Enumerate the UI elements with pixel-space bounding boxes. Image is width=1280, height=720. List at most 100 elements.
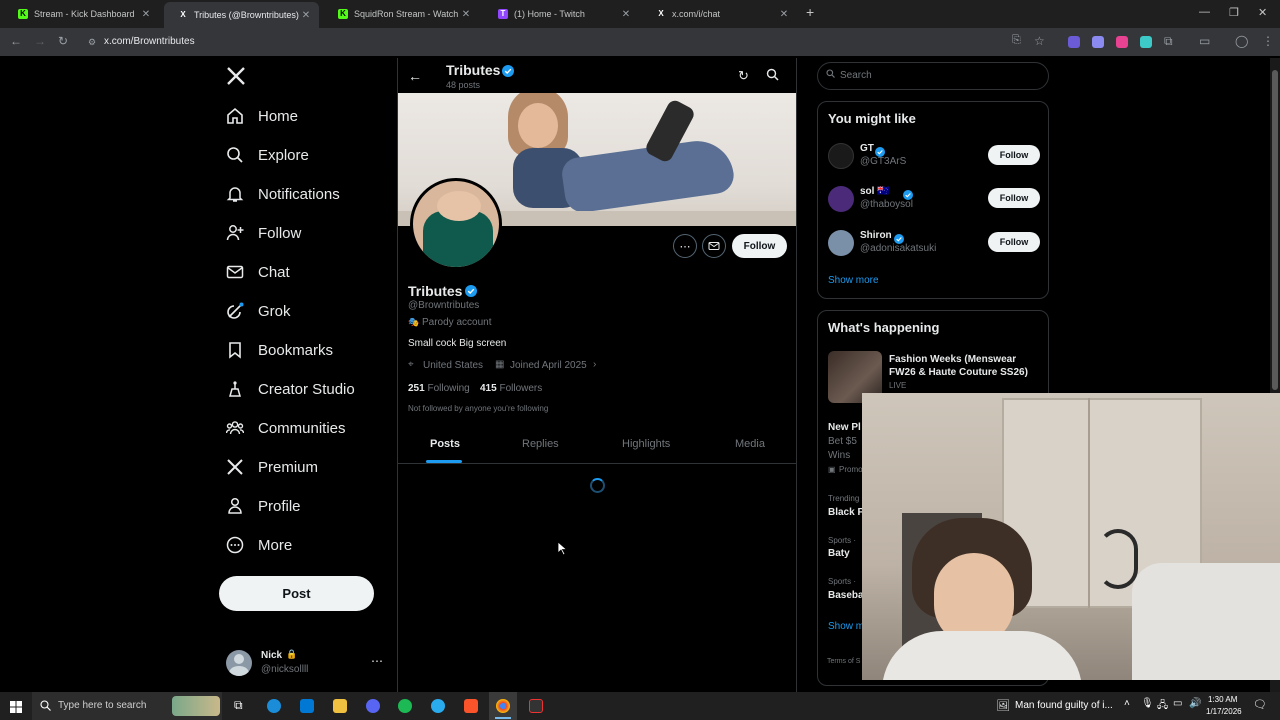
minimize-icon[interactable]: — [1199, 6, 1210, 18]
show-more-link[interactable]: Show more [828, 275, 879, 286]
close-tab-icon[interactable]: ✕ [619, 9, 633, 20]
nav-grok[interactable]: Grok [226, 297, 291, 325]
trend-title[interactable]: New Pl [828, 422, 861, 433]
back-arrow-icon[interactable]: ← [408, 68, 422, 84]
show-more-link[interactable]: Show m [828, 621, 864, 632]
chevron-right-icon[interactable]: › [593, 359, 596, 370]
profile-icon[interactable]: ◯ [1235, 34, 1248, 48]
nav-more[interactable]: More [226, 531, 292, 559]
post-button[interactable]: Post [219, 576, 374, 611]
new-tab-icon[interactable]: + [806, 4, 814, 20]
network-icon[interactable]: 🖧 [1157, 698, 1168, 715]
profile-avatar[interactable] [410, 178, 502, 270]
close-tab-icon[interactable]: ✕ [777, 9, 791, 20]
account-switcher[interactable]: Nick 🔒 @nicksollll ⋯ [226, 648, 386, 680]
obs-icon[interactable] [529, 699, 543, 713]
reload-icon[interactable]: ↻ [58, 34, 68, 48]
tray-chevron-up-icon[interactable]: ˄ [1124, 698, 1130, 709]
nav-home[interactable]: Home [226, 102, 298, 130]
webcam-shirt [882, 631, 1082, 680]
clock-time[interactable]: 1:30 AM [1208, 695, 1237, 704]
telegram-icon[interactable] [431, 699, 445, 713]
search-input[interactable]: Search [817, 62, 1049, 90]
nav-bookmarks[interactable]: Bookmarks [226, 336, 333, 364]
account-handle: @GT3ArS [860, 156, 907, 167]
store-icon[interactable] [300, 699, 314, 713]
followers-link[interactable]: 415 Followers [480, 383, 542, 394]
follow-button[interactable]: Follow [732, 234, 787, 258]
suggested-account[interactable]: GT @GT3ArS Follow [828, 143, 1040, 173]
restore-icon[interactable]: ❐ [1229, 6, 1239, 19]
discord-icon[interactable] [366, 699, 380, 713]
tab-posts[interactable]: Posts [430, 438, 460, 450]
chrome-taskbar-button[interactable] [489, 692, 517, 720]
tab-highlights[interactable]: Highlights [622, 438, 670, 450]
close-tab-icon[interactable]: ✕ [139, 9, 153, 20]
install-icon[interactable]: ⎘ [1012, 34, 1021, 47]
trend-title[interactable]: Fashion Weeks (Menswear FW26 & Haute Cou… [889, 353, 1039, 379]
browser-tab[interactable]: K Stream - Kick Dashboard ✕ [4, 4, 159, 24]
browser-tab[interactable]: X x.com/i/chat ✕ [642, 4, 797, 24]
search-icon[interactable] [766, 68, 779, 86]
following-count: 251 [408, 383, 425, 394]
browser-menu-icon[interactable]: ⋮ [1262, 34, 1274, 48]
browser-tab[interactable]: T (1) Home - Twitch ✕ [484, 4, 639, 24]
grok-refresh-icon[interactable]: ↻ [738, 68, 749, 84]
extension-icon[interactable] [1068, 36, 1080, 48]
footer-links[interactable]: Terms of S [827, 658, 860, 665]
extensions-puzzle-icon[interactable]: ⧉ [1164, 34, 1173, 49]
side-panel-icon[interactable]: ▭ [1199, 34, 1210, 48]
browser-tab-active[interactable]: X Tributes (@Browntributes) / X ✕ [164, 2, 319, 28]
back-icon[interactable]: ← [10, 34, 22, 48]
more-dots-icon[interactable]: ⋯ [371, 654, 383, 668]
browser-tab[interactable]: K SquidRon Stream - Watch Live ✕ [324, 4, 479, 24]
scrollbar-thumb[interactable] [1272, 70, 1278, 390]
suggested-account[interactable]: Shiron @adonisakatsuki Follow [828, 230, 1040, 260]
file-explorer-icon[interactable] [333, 699, 347, 713]
suggested-account[interactable]: sol 🇦🇺 @thaboysol Follow [828, 186, 1040, 216]
following-link[interactable]: 251 Following [408, 383, 470, 394]
extension-icon[interactable] [1092, 36, 1104, 48]
nav-chat[interactable]: Chat [226, 258, 290, 286]
trend-title[interactable]: Baseba [828, 590, 864, 601]
forward-icon[interactable]: → [34, 34, 46, 48]
extension-icon[interactable] [1116, 36, 1128, 48]
site-info-icon[interactable]: ⚙ [88, 32, 96, 52]
url-text: x.com/Browntributes [104, 36, 195, 47]
volume-icon[interactable]: 🔊 [1189, 698, 1201, 709]
follow-button[interactable]: Follow [988, 145, 1040, 165]
follow-button[interactable]: Follow [988, 188, 1040, 208]
nav-follow[interactable]: Follow [226, 219, 301, 247]
trend-title[interactable]: Baty [828, 548, 850, 559]
display-icon[interactable]: ▭ [1173, 698, 1182, 709]
nav-explore[interactable]: Explore [226, 141, 309, 169]
microphone-icon[interactable]: 🎙 [1141, 698, 1154, 709]
message-button[interactable] [702, 234, 726, 258]
taskbar-search-input[interactable]: Type here to search [32, 692, 222, 720]
more-options-button[interactable]: ⋯ [673, 234, 697, 258]
notifications-icon[interactable]: 🗨 [1253, 698, 1267, 711]
extension-icon[interactable] [1140, 36, 1152, 48]
task-view-icon[interactable]: ⧉ [234, 698, 243, 713]
edge-icon[interactable] [267, 699, 281, 713]
tab-replies[interactable]: Replies [522, 438, 559, 450]
nav-notifications[interactable]: Notifications [226, 180, 340, 208]
follow-button[interactable]: Follow [988, 232, 1040, 252]
nav-communities[interactable]: Communities [226, 414, 346, 442]
close-tab-icon[interactable]: ✕ [459, 9, 473, 20]
close-window-icon[interactable]: ✕ [1258, 6, 1267, 19]
trend-title[interactable]: Black P [828, 507, 864, 518]
webcam-door-seam [1088, 398, 1090, 608]
address-bar[interactable]: ⚙ x.com/Browntributes [80, 32, 1060, 52]
bookmark-star-icon[interactable]: ☆ [1034, 34, 1045, 48]
news-headline[interactable]: Man found guilty of i... [1015, 700, 1113, 711]
nav-profile[interactable]: Profile [226, 492, 301, 520]
tab-media[interactable]: Media [735, 438, 765, 450]
clock-date[interactable]: 1/17/2026 [1206, 707, 1242, 716]
nav-premium[interactable]: Premium [226, 453, 318, 481]
brave-icon[interactable] [464, 699, 478, 713]
spotify-icon[interactable] [398, 699, 412, 713]
windows-start-icon[interactable] [10, 700, 22, 718]
nav-creator-studio[interactable]: Creator Studio [226, 375, 355, 403]
close-tab-icon[interactable]: ✕ [299, 10, 313, 21]
